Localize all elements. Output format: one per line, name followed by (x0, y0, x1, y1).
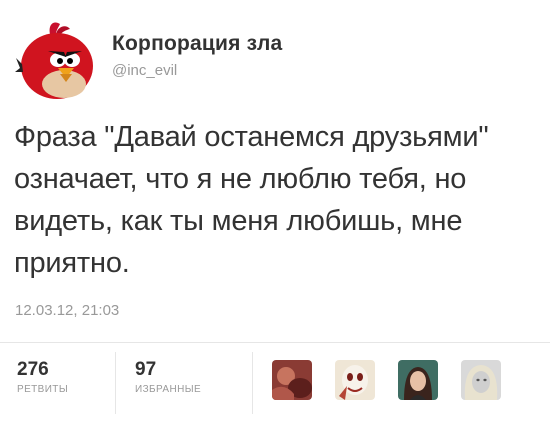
retweets-count: 276 (17, 359, 49, 380)
favorites-stat[interactable]: 97 ИЗБРАННЫЕ (135, 359, 202, 396)
divider (0, 342, 550, 343)
stat-separator (252, 352, 253, 414)
user-photo-icon (398, 360, 438, 400)
user-photo-icon (461, 360, 501, 400)
user-avatar-1[interactable] (272, 360, 312, 400)
user-avatar-2[interactable] (335, 360, 375, 400)
author-handle[interactable]: @inc_evil (112, 62, 177, 79)
author-name[interactable]: Корпорация зла (112, 32, 282, 56)
user-avatar-3[interactable] (398, 360, 438, 400)
tweet-text: Фраза "Давай останемся друзьями" означае… (14, 121, 489, 279)
tweet-timestamp[interactable]: 12.03.12, 21:03 (15, 302, 119, 319)
stat-separator (115, 352, 116, 414)
user-photo-icon (335, 360, 375, 400)
author-avatar[interactable] (14, 18, 100, 104)
retweets-label: РЕТВИТЫ (17, 384, 69, 395)
angry-red-bird-icon (15, 22, 93, 99)
user-photo-icon (272, 360, 312, 400)
retweets-stat[interactable]: 276 РЕТВИТЫ (17, 359, 69, 396)
favorites-label: ИЗБРАННЫЕ (135, 384, 202, 395)
user-avatar-4[interactable] (461, 360, 501, 400)
favorites-count: 97 (135, 359, 157, 380)
